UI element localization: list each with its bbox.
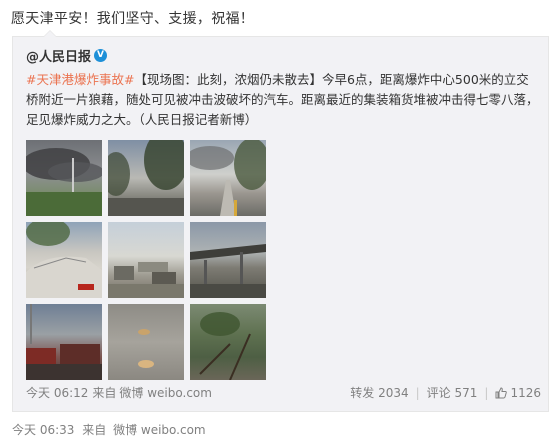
like-button[interactable]: 1126: [495, 386, 541, 400]
repost-actions: 转发 2034 | 评论 571 | 1126: [350, 384, 541, 401]
repost-button[interactable]: 转发 2034: [350, 384, 408, 401]
photo-thumbnail[interactable]: [108, 304, 184, 380]
thumbs-up-icon: [495, 386, 508, 398]
author-name[interactable]: @人民日报: [26, 46, 91, 65]
repost-time[interactable]: 今天 06:12: [26, 384, 88, 401]
hashtag-link[interactable]: #天津港爆炸事故#: [26, 72, 134, 87]
source-link[interactable]: 微博 weibo.com: [119, 384, 212, 401]
road-smoke-image: [190, 140, 266, 216]
debris-field-image: [108, 262, 184, 298]
photo-thumbnail[interactable]: [190, 222, 266, 298]
photo-thumbnail[interactable]: [26, 140, 102, 216]
divider: |: [484, 385, 489, 400]
verified-badge-icon: V: [94, 49, 108, 62]
repost-author: @人民日报 V: [26, 46, 108, 65]
source-prefix: 来自: [82, 423, 107, 437]
photo-thumbnail[interactable]: [108, 222, 184, 298]
broken-branches-image: [199, 312, 251, 380]
source-prefix: 来自: [92, 386, 117, 400]
photo-thumbnail[interactable]: [190, 304, 266, 380]
card-caret: [43, 30, 57, 37]
source-link[interactable]: 微博 weibo.com: [113, 423, 206, 437]
damaged-car-image: [26, 222, 102, 298]
smoke-photo-image: [26, 148, 102, 216]
comment-button[interactable]: 评论 571: [427, 384, 478, 401]
post-text: 愿天津平安！我们坚守、支援，祝福！: [11, 11, 255, 27]
shoes-on-ground-image: [138, 329, 154, 368]
repost-footer: 今天 06:12 来自 微博 weibo.com 转发 2034 | 评论 57…: [26, 384, 541, 401]
like-count: 1126: [510, 385, 541, 400]
repost-body: #天津港爆炸事故#【现场图：此刻，浓烟仍未散去】今早6点，距离爆炸中心500米的…: [26, 70, 541, 130]
repost-card: @人民日报 V #天津港爆炸事故#【现场图：此刻，浓烟仍未散去】今早6点，距离爆…: [12, 30, 549, 412]
overpass-image: [190, 244, 266, 298]
post-time[interactable]: 今天 06:33: [12, 423, 74, 437]
photo-thumbnail[interactable]: [190, 140, 266, 216]
photo-thumbnail[interactable]: [108, 140, 184, 216]
street-trees-image: [108, 140, 184, 216]
burnt-trucks-image: [26, 304, 102, 380]
divider: |: [415, 385, 420, 400]
post-footer: 今天 06:33 来自 微博 weibo.com: [12, 421, 206, 438]
photo-thumbnail[interactable]: [26, 304, 102, 380]
photo-thumbnail[interactable]: [26, 222, 102, 298]
